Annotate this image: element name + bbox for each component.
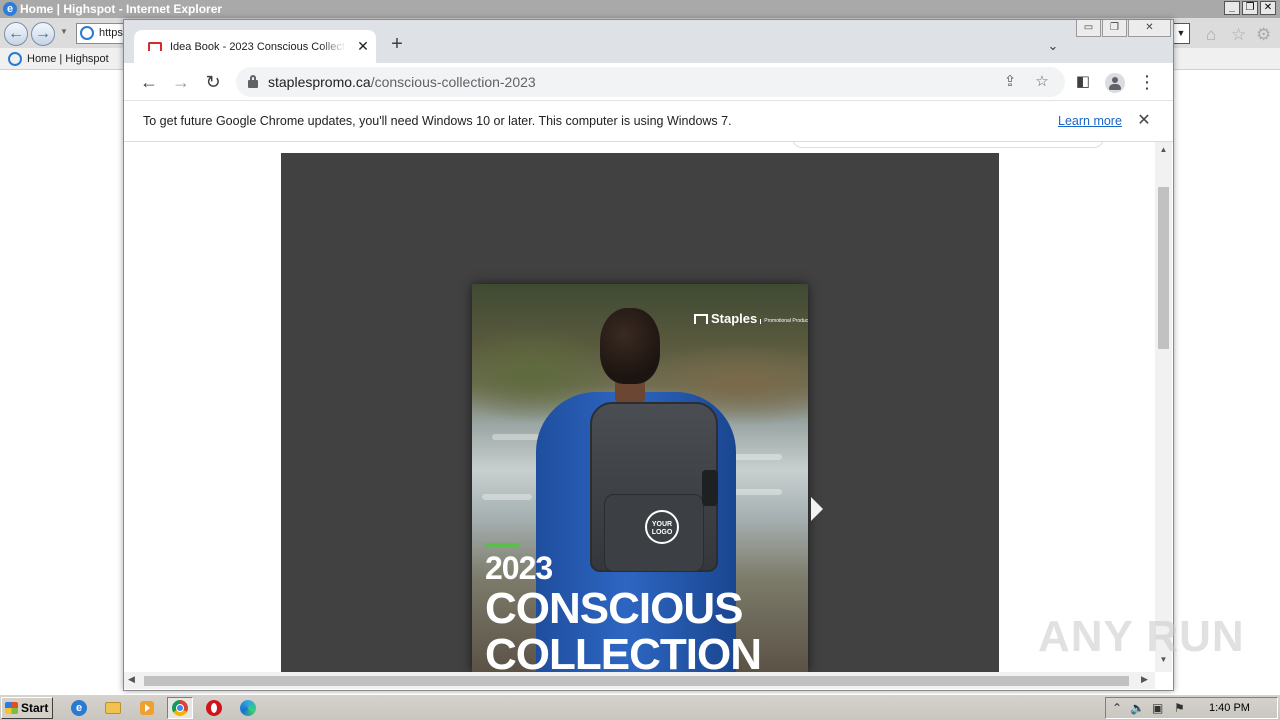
vertical-scroll-thumb[interactable]: [1158, 187, 1169, 349]
clock[interactable]: 1:40 PM: [1209, 701, 1250, 715]
staples-mark-icon: [694, 314, 708, 324]
kebab-menu-icon[interactable]: ⋮: [1134, 69, 1160, 95]
cover-year: 2023: [485, 550, 553, 586]
ie-logo-icon: e: [3, 2, 17, 16]
highspot-site-icon: [80, 26, 94, 40]
url-domain: staplespromo.ca: [268, 74, 371, 90]
ie-close-button[interactable]: ✕: [1260, 1, 1276, 15]
update-infobar: To get future Google Chrome updates, you…: [124, 101, 1173, 142]
flipbook-viewer[interactable]: YOUR LOGO Staples Promotional Products 20…: [281, 153, 999, 672]
gear-icon[interactable]: ⚙: [1256, 26, 1271, 43]
taskbar-opera-button[interactable]: [201, 697, 227, 719]
ie-favorite-link[interactable]: Home | Highspot: [6, 51, 109, 67]
ie-forward-button[interactable]: →: [31, 22, 55, 46]
staples-brand-sub: Promotional Products: [760, 319, 808, 324]
ie-icon: e: [71, 700, 87, 716]
ie-minimize-button[interactable]: _: [1224, 1, 1240, 15]
vertical-scrollbar[interactable]: ▲ ▼: [1155, 142, 1172, 672]
cover-photo-head: [600, 308, 660, 384]
bookmark-star-icon[interactable]: ☆: [1032, 72, 1052, 92]
folder-icon: [105, 702, 121, 714]
profile-avatar-icon[interactable]: [1102, 69, 1128, 95]
chrome-window-controls: ▭ ❐ ✕: [1076, 20, 1171, 37]
ie-back-button[interactable]: ←: [4, 22, 28, 46]
chrome-close-button[interactable]: ✕: [1128, 20, 1171, 37]
cover-accent-bar: [485, 543, 519, 547]
catalog-cover-page[interactable]: YOUR LOGO Staples Promotional Products 20…: [472, 284, 808, 672]
chrome-icon: [172, 700, 188, 716]
url-path: /conscious-collection-2023: [370, 74, 536, 90]
ie-window-title: Home | Highspot - Internet Explorer: [20, 2, 223, 16]
taskbar-chrome-button[interactable]: [167, 697, 193, 719]
edge-icon: [240, 700, 256, 716]
system-tray: ⌃ 🔈 ▣ ⚑ 1:40 PM: [1105, 697, 1278, 719]
reload-icon[interactable]: ↻: [200, 69, 226, 95]
action-center-flag-icon[interactable]: ⚑: [1174, 701, 1185, 715]
scroll-up-arrow-icon[interactable]: ▲: [1155, 145, 1172, 159]
taskbar-media-player-button[interactable]: [134, 697, 160, 719]
page-viewport: YOUR LOGO Staples Promotional Products 20…: [124, 142, 1173, 672]
ie-window-controls: _ ❐ ✕: [1224, 1, 1276, 15]
next-page-arrow-icon[interactable]: [811, 497, 823, 521]
ie-history-dropdown-icon[interactable]: ▼: [60, 27, 68, 36]
staples-brand: Staples: [711, 311, 758, 326]
taskbar: Start e ⌃ 🔈 ▣ ⚑ 1:40 PM: [0, 694, 1280, 720]
horizontal-scrollbar[interactable]: ◀ ▶: [124, 672, 1155, 689]
lock-icon[interactable]: [248, 75, 258, 88]
taskbar-ie-button[interactable]: e: [66, 697, 92, 719]
windows-logo-icon: [5, 702, 18, 714]
chrome-minimize-button[interactable]: ▭: [1076, 20, 1101, 37]
backpack-bottle: [702, 470, 718, 506]
highspot-favicon-icon: [8, 52, 22, 66]
tray-expand-icon[interactable]: ⌃: [1112, 701, 1122, 715]
infobar-message: To get future Google Chrome updates, you…: [143, 114, 732, 128]
chrome-toolbar: ← → ↻ staplespromo.ca/conscious-collecti…: [124, 63, 1173, 101]
tab-search-chevron-icon[interactable]: ⌄: [1043, 36, 1063, 56]
volume-icon[interactable]: 🔈: [1130, 701, 1145, 715]
chrome-restore-button[interactable]: ❐: [1102, 20, 1127, 37]
network-icon[interactable]: ▣: [1152, 701, 1163, 715]
ie-favorite-label: Home | Highspot: [27, 53, 109, 65]
new-tab-button[interactable]: +: [386, 34, 408, 56]
tab-close-icon[interactable]: ✕: [354, 37, 372, 55]
url-text[interactable]: staplespromo.ca/conscious-collection-202…: [268, 74, 536, 90]
ie-address-bar[interactable]: https: [76, 23, 124, 44]
opera-icon: [206, 700, 222, 716]
anyrun-watermark: ANY RUN: [1038, 612, 1245, 661]
omnibox[interactable]: staplespromo.ca/conscious-collection-202…: [236, 67, 1065, 97]
ie-restore-button[interactable]: ❐: [1242, 1, 1258, 15]
forward-arrow-icon[interactable]: →: [168, 69, 194, 95]
ie-address-text: https: [99, 27, 123, 39]
your-logo-badge: YOUR LOGO: [645, 510, 679, 544]
scroll-left-arrow-icon[interactable]: ◀: [128, 674, 135, 685]
learn-more-link[interactable]: Learn more: [1058, 114, 1122, 129]
cover-title: CONSCIOUS COLLECTION: [485, 584, 762, 673]
start-button[interactable]: Start: [1, 697, 53, 719]
scroll-right-arrow-icon[interactable]: ▶: [1141, 674, 1148, 685]
tab-title: Idea Book - 2023 Conscious Collection: [170, 41, 346, 53]
home-icon[interactable]: ⌂: [1206, 26, 1216, 43]
staples-favicon-icon: [148, 42, 162, 51]
ie-address-dropdown-button[interactable]: ▼: [1172, 23, 1190, 44]
favorites-star-icon[interactable]: ☆: [1231, 26, 1246, 43]
water-streak: [482, 494, 532, 500]
chrome-window: Idea Book - 2023 Conscious Collection ✕ …: [123, 19, 1174, 691]
staples-logo: Staples Promotional Products: [694, 311, 808, 326]
page-header-fragment: [792, 142, 1104, 148]
taskbar-explorer-button[interactable]: [100, 697, 126, 719]
start-label: Start: [21, 701, 49, 715]
taskbar-edge-button[interactable]: [235, 697, 261, 719]
share-icon[interactable]: ⇪: [1000, 72, 1020, 92]
ie-titlebar: e Home | Highspot - Internet Explorer _ …: [0, 0, 1280, 18]
tab-active[interactable]: Idea Book - 2023 Conscious Collection ✕: [134, 30, 376, 63]
horizontal-scroll-thumb[interactable]: [144, 676, 1129, 686]
infobar-close-icon[interactable]: ✕: [1134, 111, 1154, 131]
chrome-tabstrip: Idea Book - 2023 Conscious Collection ✕ …: [124, 20, 1173, 63]
side-panel-icon[interactable]: ◧: [1070, 69, 1096, 95]
media-player-icon: [140, 701, 154, 715]
back-arrow-icon[interactable]: ←: [136, 69, 162, 95]
